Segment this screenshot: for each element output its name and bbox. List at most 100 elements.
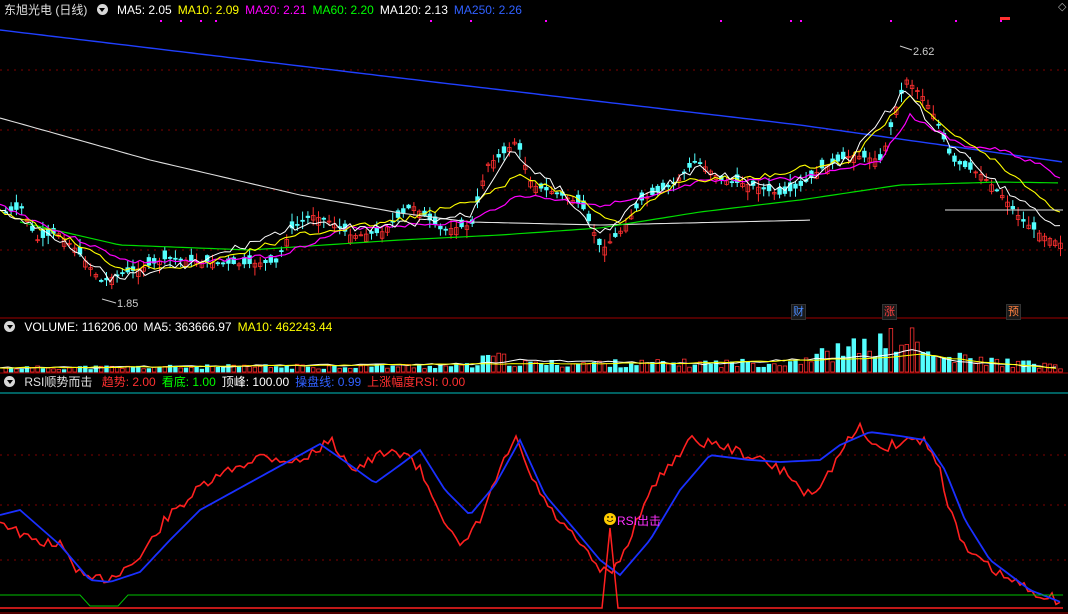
volume-bar bbox=[682, 358, 687, 373]
volume-bar bbox=[623, 367, 629, 373]
candle-body bbox=[544, 187, 549, 191]
volume-bar bbox=[35, 365, 40, 373]
volume-bar bbox=[899, 344, 904, 373]
volume-bar bbox=[952, 362, 957, 373]
candle-body bbox=[273, 258, 279, 263]
volume-bar bbox=[830, 361, 835, 373]
volume-bar bbox=[448, 366, 454, 373]
event-tag-0[interactable]: 财 bbox=[791, 304, 806, 320]
candle-body bbox=[321, 217, 326, 220]
volume-bar bbox=[814, 353, 819, 373]
ma20-line bbox=[0, 112, 1061, 265]
volume-bar bbox=[634, 365, 639, 373]
volume-bar bbox=[565, 366, 570, 373]
volume-bar bbox=[146, 368, 152, 373]
volume-bar bbox=[310, 367, 316, 373]
candle-body bbox=[994, 189, 1000, 192]
volume-bar bbox=[194, 366, 199, 373]
volume-bar bbox=[268, 367, 273, 373]
candle-body bbox=[968, 162, 973, 170]
volume-bar bbox=[576, 363, 581, 373]
volume-bar bbox=[247, 366, 252, 373]
volume-bar bbox=[655, 359, 660, 373]
volume-bar bbox=[353, 367, 358, 373]
candle-body bbox=[162, 250, 167, 260]
volume-bar bbox=[750, 362, 756, 373]
volume-bar bbox=[1010, 366, 1015, 373]
candle-body bbox=[220, 262, 226, 265]
volume-bar bbox=[252, 366, 258, 373]
volume-bar bbox=[549, 359, 554, 373]
volume-bar bbox=[369, 366, 374, 373]
volume-bar bbox=[554, 364, 560, 373]
candle-body bbox=[501, 146, 507, 154]
candle-body bbox=[597, 238, 602, 246]
volume-bar bbox=[1058, 368, 1063, 373]
rsi-signal-label: RSI出击 bbox=[617, 514, 661, 528]
volume-bar bbox=[920, 351, 925, 373]
candle-body bbox=[952, 155, 957, 162]
candle-body bbox=[406, 204, 411, 209]
volume-bar bbox=[507, 365, 512, 373]
candle-body bbox=[798, 180, 803, 186]
volume-bar bbox=[321, 368, 326, 373]
volume-bar bbox=[279, 367, 284, 373]
volume-bar bbox=[273, 366, 279, 373]
volume-bar bbox=[761, 366, 766, 373]
volume-bar bbox=[157, 367, 162, 373]
event-tag-2[interactable]: 预 bbox=[1006, 304, 1021, 320]
volume-bar bbox=[644, 362, 650, 373]
volume-bar bbox=[61, 369, 67, 373]
ma60-line bbox=[19, 181, 1059, 251]
candle-body bbox=[613, 233, 618, 237]
volume-bar bbox=[904, 344, 909, 373]
candle-body bbox=[178, 258, 183, 261]
volume-bar bbox=[894, 351, 899, 373]
volume-bar bbox=[385, 367, 390, 373]
candle-body bbox=[300, 219, 305, 222]
volume-bar bbox=[14, 368, 19, 373]
candle-body bbox=[120, 272, 125, 275]
signal-dot bbox=[160, 20, 162, 22]
candle-body bbox=[819, 159, 825, 169]
volume-bar bbox=[305, 366, 311, 373]
volume-bar bbox=[809, 361, 814, 373]
candle-body bbox=[729, 181, 735, 184]
volume-bar bbox=[915, 341, 920, 373]
candle-body bbox=[401, 208, 406, 214]
candle-body bbox=[189, 254, 194, 262]
volume-bar bbox=[973, 362, 978, 373]
volume-bar bbox=[687, 366, 692, 373]
low-price-label: 1.85 bbox=[117, 298, 138, 310]
rsi-operate-line bbox=[0, 431, 1061, 603]
volume-bar bbox=[957, 352, 962, 373]
volume-bar bbox=[189, 366, 194, 373]
signal-dot bbox=[545, 20, 547, 22]
diamond-icon[interactable]: ◇ bbox=[1057, 0, 1067, 14]
stock-chart-window: 东旭光电 (日线) MA5: 2.05 MA10: 2.09 MA20: 2.21 M… bbox=[0, 0, 1068, 614]
volume-bar bbox=[236, 365, 242, 373]
high-price-label: 2.62 bbox=[913, 46, 934, 58]
event-tag-1[interactable]: 涨 bbox=[882, 304, 897, 320]
candle-body bbox=[263, 259, 268, 264]
candle-body bbox=[761, 187, 766, 190]
volume-bar bbox=[183, 367, 189, 373]
volume-bar bbox=[459, 364, 464, 373]
candle-body bbox=[862, 150, 867, 158]
volume-bar bbox=[719, 367, 724, 373]
chart-canvas[interactable]: 2.62 1.85 RSI出击 bbox=[0, 0, 1068, 614]
candle-body bbox=[305, 215, 311, 218]
candle-body bbox=[99, 280, 104, 282]
ma250-line bbox=[0, 29, 1063, 163]
signal-dot bbox=[180, 20, 182, 22]
volume-bar bbox=[332, 364, 337, 373]
high-marker bbox=[899, 45, 913, 51]
volume-bar bbox=[411, 367, 417, 373]
candle-body bbox=[692, 160, 697, 163]
volume-bar bbox=[88, 369, 93, 373]
volume-bar bbox=[67, 367, 72, 373]
volume-bar bbox=[602, 363, 607, 373]
volume-bar bbox=[777, 365, 782, 373]
volume-bar bbox=[501, 353, 507, 373]
candle-body bbox=[295, 224, 300, 226]
